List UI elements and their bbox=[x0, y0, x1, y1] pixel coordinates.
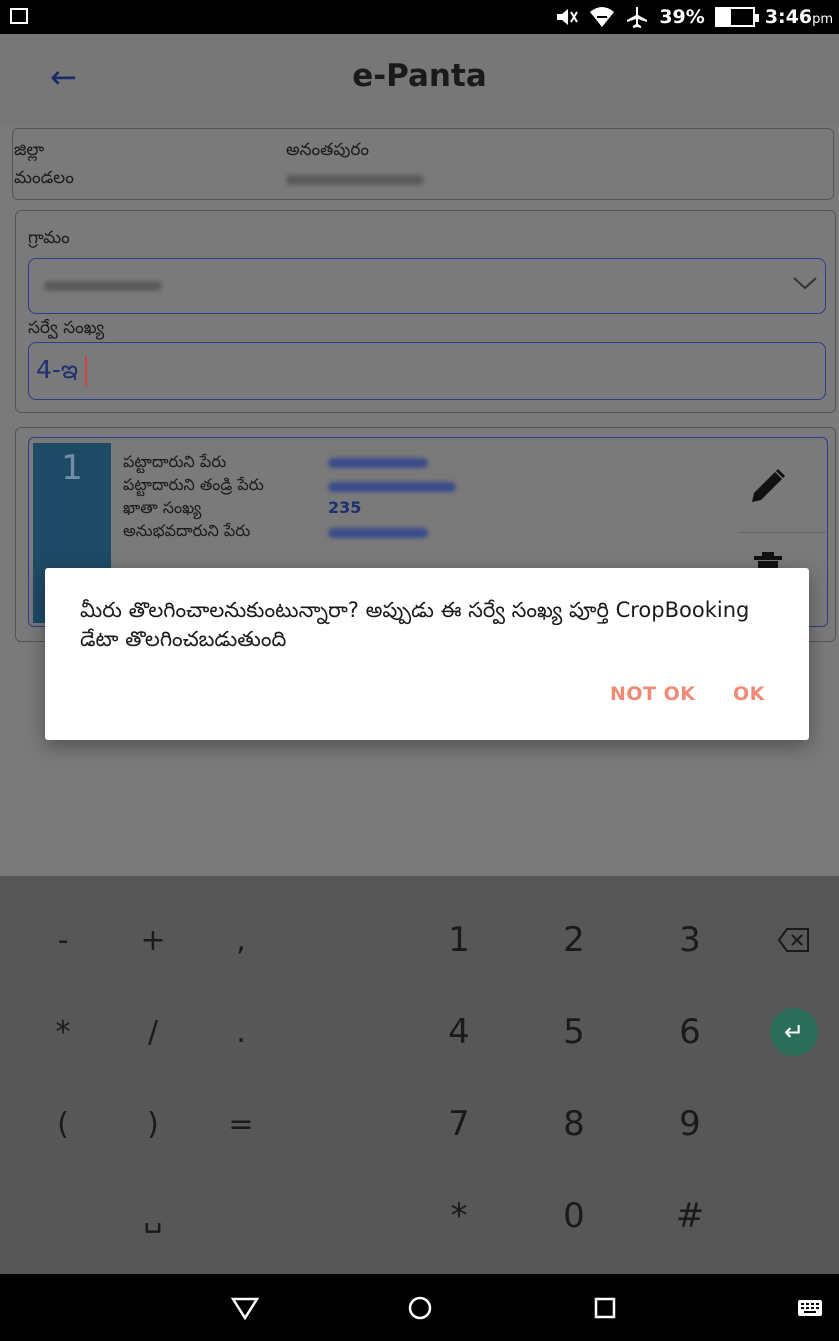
key[interactable]: , bbox=[196, 900, 286, 980]
mute-icon bbox=[557, 9, 579, 25]
key[interactable]: 9 bbox=[645, 1084, 735, 1164]
arrow-left-icon[interactable]: ← bbox=[50, 58, 77, 96]
key[interactable]: ) bbox=[108, 1084, 198, 1164]
key[interactable]: 6 bbox=[645, 992, 735, 1072]
keyboard-switch-button[interactable] bbox=[785, 1274, 835, 1341]
airplane-icon bbox=[627, 7, 648, 28]
pattadar-name-label: పట్టాదారుని పేరు bbox=[123, 452, 227, 471]
home-nav-button[interactable] bbox=[390, 1274, 450, 1341]
backspace-icon bbox=[777, 928, 809, 952]
dialog-message: మీరు తొలగించాలనుకుంటున్నారా? అప్పుడు ఈ స… bbox=[80, 598, 750, 651]
key[interactable]: - bbox=[18, 900, 108, 980]
key[interactable]: . bbox=[196, 992, 286, 1072]
anubhavadar-redacted bbox=[328, 528, 428, 538]
record-index: 1 bbox=[61, 448, 83, 488]
key[interactable]: 5 bbox=[529, 992, 619, 1072]
mandal-value-redacted bbox=[286, 175, 424, 185]
khata-value: 235 bbox=[328, 498, 362, 517]
key[interactable]: * bbox=[414, 1176, 504, 1256]
action-divider bbox=[738, 532, 826, 533]
anubhavadar-label: అనుభవదారుని పేరు bbox=[123, 521, 251, 540]
pattadar-name-redacted bbox=[328, 458, 428, 468]
nav-back-icon bbox=[231, 1297, 259, 1320]
key[interactable]: + bbox=[108, 900, 198, 980]
delete-icon[interactable] bbox=[752, 552, 784, 568]
text-cursor bbox=[85, 356, 87, 386]
village-label: గ్రామం bbox=[28, 228, 70, 248]
screenshot-icon bbox=[10, 8, 28, 24]
pattadar-father-label: పట్టాదారుని తండ్రి పేరు bbox=[123, 475, 264, 494]
survey-label: సర్వే సంఖ్య bbox=[28, 318, 105, 338]
enter-icon: ↵ bbox=[770, 1008, 818, 1056]
chevron-down-icon[interactable] bbox=[792, 274, 818, 292]
status-bar: 39% 3:46pm bbox=[0, 0, 839, 34]
clock-suffix: pm bbox=[812, 12, 833, 27]
key[interactable]: = bbox=[196, 1084, 286, 1164]
clock: 3:46pm bbox=[765, 6, 833, 28]
key[interactable]: 3 bbox=[645, 900, 735, 980]
key[interactable]: ( bbox=[18, 1084, 108, 1164]
key[interactable]: / bbox=[108, 992, 198, 1072]
backspace-key[interactable] bbox=[749, 900, 839, 980]
home-icon bbox=[408, 1296, 432, 1319]
status-icons: 39% 3:46pm bbox=[555, 0, 833, 34]
khata-label: ఖాతా సంఖ్య bbox=[123, 498, 202, 517]
key[interactable]: 7 bbox=[414, 1084, 504, 1164]
district-value: అనంతపురం bbox=[286, 140, 370, 160]
not-ok-button[interactable]: NOT OK bbox=[610, 683, 696, 705]
key[interactable]: 0 bbox=[529, 1176, 619, 1256]
pattadar-father-redacted bbox=[328, 482, 456, 492]
key[interactable]: * bbox=[18, 992, 108, 1072]
ok-button[interactable]: OK bbox=[733, 683, 765, 705]
navigation-bar bbox=[0, 1274, 839, 1341]
recents-icon bbox=[594, 1297, 616, 1318]
battery-fill bbox=[716, 9, 731, 25]
survey-number-value: 4-ఇ bbox=[36, 355, 79, 384]
keyboard-icon bbox=[798, 1299, 822, 1316]
location-card bbox=[12, 128, 834, 200]
enter-key[interactable]: ↵ bbox=[749, 992, 839, 1072]
back-nav-button[interactable] bbox=[215, 1274, 275, 1341]
delete-confirm-dialog: మీరు తొలగించాలనుకుంటున్నారా? అప్పుడు ఈ స… bbox=[45, 568, 809, 740]
clock-time: 3:46 bbox=[764, 6, 813, 28]
mandal-label: మండలం bbox=[14, 168, 74, 188]
key[interactable]: 1 bbox=[414, 900, 504, 980]
village-value-redacted bbox=[44, 281, 162, 291]
recents-nav-button[interactable] bbox=[575, 1274, 635, 1341]
battery-percent: 39% bbox=[659, 6, 705, 28]
wifi-icon bbox=[590, 7, 615, 27]
key[interactable]: 4 bbox=[414, 992, 504, 1072]
page-title: e-Panta bbox=[352, 58, 487, 94]
key[interactable]: # bbox=[645, 1176, 735, 1256]
space-key[interactable]: ␣ bbox=[108, 1176, 198, 1256]
key[interactable]: 8 bbox=[529, 1084, 619, 1164]
key[interactable]: 2 bbox=[529, 900, 619, 980]
survey-number-input[interactable] bbox=[28, 342, 826, 400]
battery-icon bbox=[714, 7, 759, 27]
district-label: జిల్లా bbox=[14, 140, 45, 160]
edit-icon[interactable] bbox=[748, 466, 788, 506]
